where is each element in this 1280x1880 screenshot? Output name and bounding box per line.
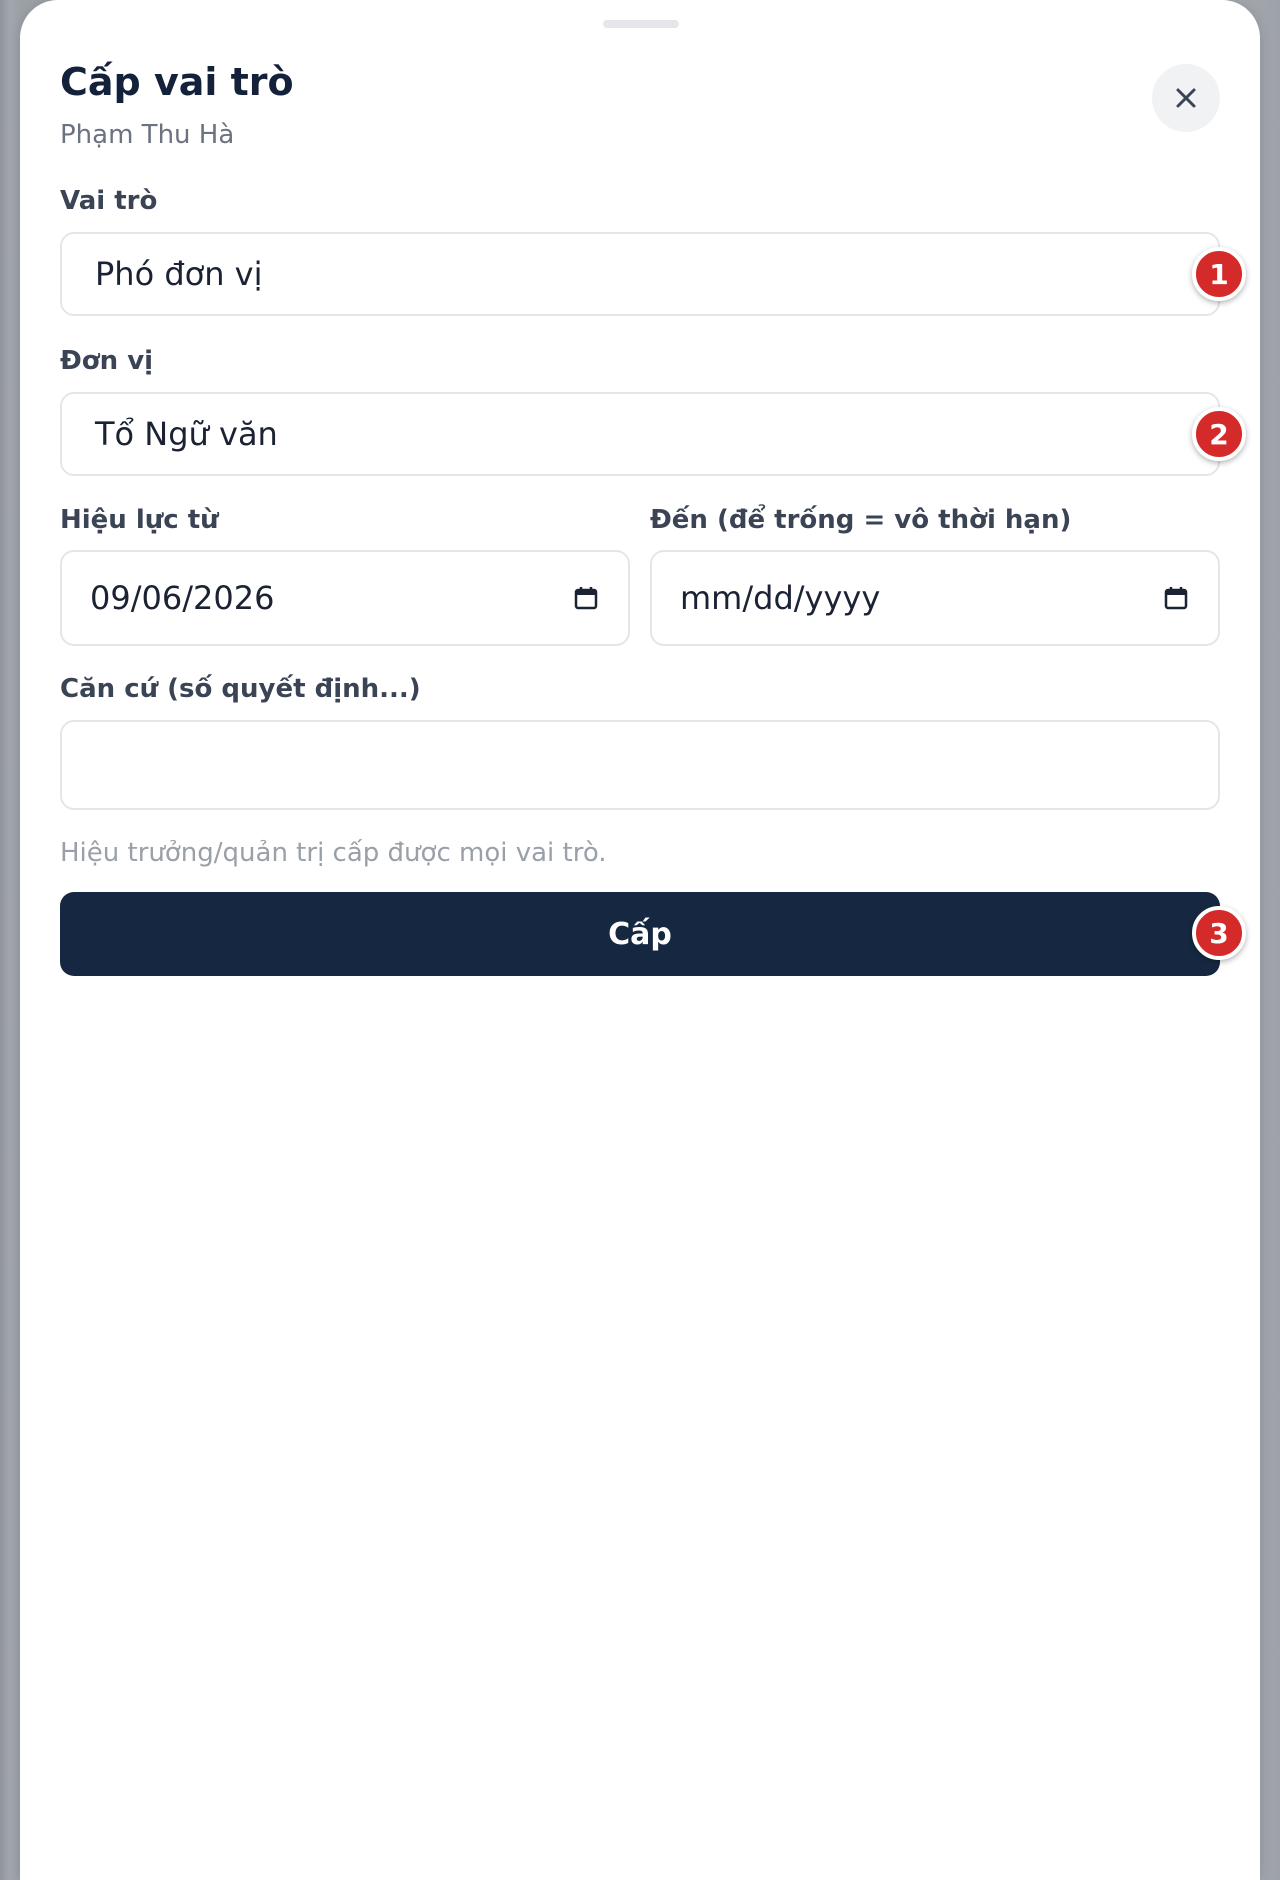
sheet-grabber[interactable] — [603, 20, 679, 28]
valid-from-value: 09/06/2026 — [90, 579, 275, 617]
close-icon — [1176, 88, 1196, 108]
assign-role-sheet: Cấp vai trò Phạm Thu Hà Vai trò Phó đơn … — [20, 0, 1260, 1880]
role-select[interactable]: Phó đơn vị — [60, 232, 1220, 316]
basis-input[interactable] — [60, 720, 1220, 810]
role-value: Phó đơn vị — [95, 255, 263, 293]
calendar-icon[interactable] — [1162, 584, 1190, 612]
marker-badge-2: 2 — [1192, 407, 1246, 461]
valid-from-date-input[interactable]: 09/06/2026 — [60, 550, 630, 646]
valid-from-label: Hiệu lực từ — [60, 505, 219, 535]
valid-to-date-input[interactable]: mm/dd/yyyy — [650, 550, 1220, 646]
dialog-title: Cấp vai trò — [60, 60, 294, 104]
marker-badge-3: 3 — [1192, 906, 1246, 960]
permission-hint: Hiệu trưởng/quản trị cấp được mọi vai tr… — [60, 838, 607, 868]
marker-badge-1: 1 — [1192, 247, 1246, 301]
unit-select[interactable]: Tổ Ngữ văn — [60, 392, 1220, 476]
unit-value: Tổ Ngữ văn — [95, 415, 278, 453]
close-button[interactable] — [1152, 64, 1220, 132]
calendar-icon[interactable] — [572, 584, 600, 612]
valid-to-label: Đến (để trống = vô thời hạn) — [650, 505, 1072, 535]
basis-label: Căn cứ (số quyết định...) — [60, 674, 421, 704]
assign-button[interactable]: Cấp — [60, 892, 1220, 976]
valid-to-placeholder: mm/dd/yyyy — [680, 579, 881, 617]
dialog-subtitle: Phạm Thu Hà — [60, 120, 235, 150]
role-label: Vai trò — [60, 186, 158, 216]
unit-label: Đơn vị — [60, 346, 154, 376]
